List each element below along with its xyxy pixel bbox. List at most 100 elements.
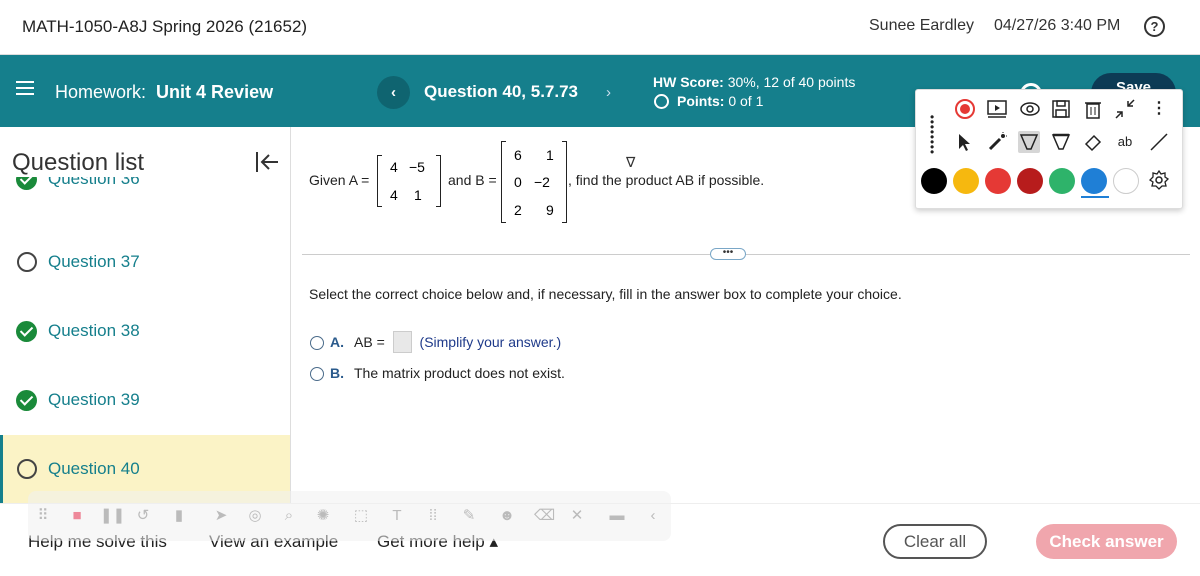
pause-icon[interactable]: ❚❚ xyxy=(100,507,125,525)
more-options-icon[interactable]: ⋮ xyxy=(1148,98,1170,120)
homework-title: Homework: Unit 4 Review xyxy=(55,82,273,103)
choice-b-letter: B. xyxy=(330,365,344,381)
hw-score-value: 30%, 12 of 40 points xyxy=(727,74,856,90)
unanswered-icon xyxy=(17,252,37,272)
collapse-sidebar-icon[interactable] xyxy=(254,150,280,174)
camera-icon[interactable]: ▬ xyxy=(608,507,626,525)
eraser-icon[interactable] xyxy=(1082,131,1104,153)
color-swatch-black[interactable] xyxy=(921,168,947,194)
instructions: Select the correct choice below and, if … xyxy=(309,286,902,302)
matrix-b-cell: 9 xyxy=(546,202,554,218)
drawing-toolbar: ⠿ ■ ❚❚ ↺ ▮ ➤ ◎ ⌕ ✺ ⬚ T ⁞⁞ ✎ ☻ ⌫ ✕ ▬ ‹ xyxy=(28,491,671,541)
zoom-icon[interactable]: ◎ xyxy=(246,507,264,525)
settings-icon[interactable] xyxy=(1148,169,1170,191)
matrix-b-cell: 6 xyxy=(514,147,522,163)
choice-a[interactable]: A. AB = (Simplify your answer.) xyxy=(310,331,561,353)
check-icon xyxy=(16,321,37,342)
homework-name: Unit 4 Review xyxy=(156,82,274,102)
grid-icon[interactable]: ⁞⁞ xyxy=(424,507,442,525)
next-question-button[interactable]: › xyxy=(592,76,625,109)
choice-b-text: The matrix product does not exist. xyxy=(354,365,565,381)
list-item[interactable]: Question 38 xyxy=(0,297,290,365)
eraser-icon[interactable]: ⌫ xyxy=(534,507,555,525)
top-bar: MATH-1050-A8J Spring 2026 (21652) Sunee … xyxy=(0,0,1200,55)
question-label: Question 36 xyxy=(48,177,140,188)
list-item[interactable]: Question 37 xyxy=(0,228,290,296)
matrix-a-cell: 1 xyxy=(414,187,422,203)
matrix-b: 6 1 0 −2 2 9 xyxy=(501,141,567,223)
eye-icon[interactable] xyxy=(1019,98,1041,120)
matrix-a: 4 −5 4 1 xyxy=(377,155,441,207)
and-label: and B = xyxy=(448,172,497,188)
question-title: Question 40, 5.7.73 xyxy=(424,82,579,101)
choice-b[interactable]: B. The matrix product does not exist. xyxy=(310,365,565,381)
laser-pen-icon[interactable] xyxy=(986,131,1008,153)
divider xyxy=(302,254,1190,255)
search-icon[interactable]: ⌕ xyxy=(280,507,298,525)
marker-icon[interactable] xyxy=(1050,131,1072,153)
color-swatch-blue[interactable] xyxy=(1081,168,1107,194)
color-swatch-yellow[interactable] xyxy=(953,168,979,194)
collapse-arrows-icon[interactable] xyxy=(1114,98,1136,120)
homework-prefix: Homework: xyxy=(55,82,147,102)
matrix-b-cell: 0 xyxy=(514,174,522,190)
pen-icon[interactable]: ✎ xyxy=(460,507,478,525)
record-icon[interactable] xyxy=(954,98,976,120)
matrix-b-cell: 2 xyxy=(514,202,522,218)
menu-icon[interactable] xyxy=(16,81,34,95)
chevron-left-icon[interactable]: ‹ xyxy=(644,507,662,525)
trash-icon[interactable]: ▮ xyxy=(170,507,188,525)
text-tool-icon[interactable]: ab xyxy=(1114,131,1136,153)
color-swatch-green[interactable] xyxy=(1049,168,1075,194)
line-tool-icon[interactable] xyxy=(1148,131,1170,153)
choice-a-text: AB = xyxy=(354,334,385,350)
unanswered-icon xyxy=(17,459,37,479)
highlighter-icon[interactable] xyxy=(1018,131,1040,153)
pointer-icon[interactable]: ➤ xyxy=(212,507,230,525)
matrix-a-cell: 4 xyxy=(390,159,398,175)
list-item[interactable]: Question 39 xyxy=(0,366,290,434)
save-icon[interactable] xyxy=(1050,98,1072,120)
matrix-a-cell: 4 xyxy=(390,187,398,203)
check-icon xyxy=(16,390,37,411)
select-icon[interactable]: ⬚ xyxy=(352,507,370,525)
datetime: 04/27/26 3:40 PM xyxy=(994,17,1121,34)
choice-a-hint: (Simplify your answer.) xyxy=(419,334,562,350)
hw-score-label: HW Score: xyxy=(653,74,724,90)
question-label: Question 39 xyxy=(48,390,140,409)
find-text: , find the product AB if possible. xyxy=(568,172,765,188)
check-icon xyxy=(16,177,37,190)
pointer-icon[interactable] xyxy=(954,131,976,153)
trash-icon[interactable] xyxy=(1082,98,1104,120)
mute-icon[interactable]: ✕ xyxy=(568,507,586,525)
matrix-b-cell: −2 xyxy=(534,174,550,190)
grip-icon[interactable]: ⠿ xyxy=(34,507,52,525)
divider-handle[interactable]: ••• xyxy=(710,248,746,260)
answer-input[interactable] xyxy=(392,331,412,353)
color-swatch-white[interactable] xyxy=(1113,168,1139,194)
list-item[interactable]: Question 36 xyxy=(0,177,290,202)
text-icon[interactable]: T xyxy=(388,507,406,525)
record-icon[interactable]: ■ xyxy=(68,507,86,525)
choice-b-radio[interactable] xyxy=(310,367,324,381)
points: Points: 0 of 1 xyxy=(654,93,763,109)
help-icon[interactable]: ? xyxy=(1144,16,1165,37)
selected-color-indicator xyxy=(1081,196,1109,198)
points-value: 0 of 1 xyxy=(728,93,764,109)
color-swatch-red[interactable] xyxy=(985,168,1011,194)
undo-icon[interactable]: ↺ xyxy=(134,507,152,525)
emoji-icon[interactable]: ☻ xyxy=(498,507,516,525)
grip-icon[interactable]: • • • • • • • • xyxy=(930,111,940,158)
points-ring-icon xyxy=(654,94,669,109)
check-answer-button[interactable]: Check answer xyxy=(1036,524,1177,559)
question-list-title: Question list xyxy=(12,149,145,176)
annotation-marker-icon: ∇ xyxy=(626,154,636,170)
question-label: Question 37 xyxy=(48,252,140,271)
presentation-icon[interactable] xyxy=(986,98,1008,120)
previous-question-button[interactable]: ‹ xyxy=(377,76,410,109)
user-name: Sunee Eardley xyxy=(869,17,974,34)
laser-icon[interactable]: ✺ xyxy=(314,507,332,525)
color-swatch-dark-red[interactable] xyxy=(1017,168,1043,194)
clear-all-button[interactable]: Clear all xyxy=(883,524,987,559)
choice-a-radio[interactable] xyxy=(310,336,324,350)
